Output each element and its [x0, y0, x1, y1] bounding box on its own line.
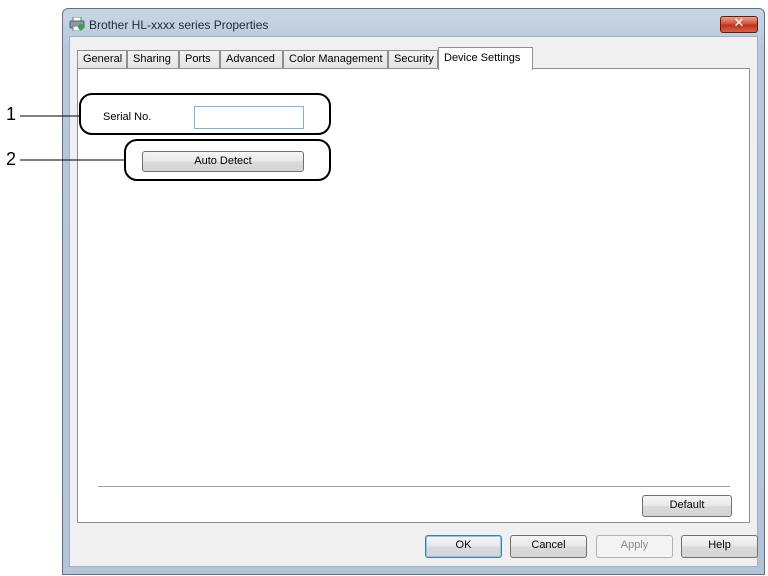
callout-overlay	[20, 93, 331, 181]
callout-highlight-box-2	[124, 139, 331, 181]
callout-highlight-box-1	[79, 93, 331, 135]
tab-device-settings[interactable]: Device Settings	[438, 47, 533, 70]
